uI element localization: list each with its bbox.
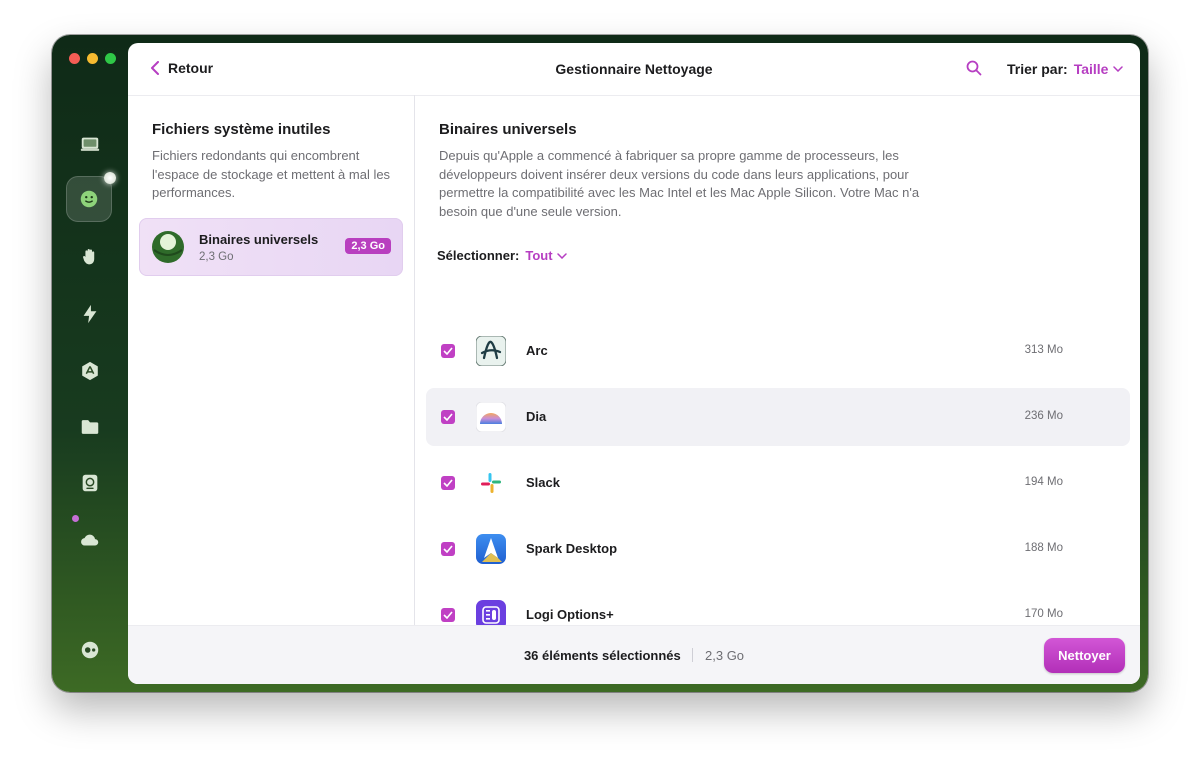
main-panel: Retour Gestionnaire Nettoyage Trier par:…: [128, 43, 1140, 684]
app-name: Dia: [526, 409, 547, 424]
zoom-window-button[interactable]: [105, 53, 116, 64]
category-group-title: Fichiers système inutiles: [152, 121, 331, 138]
search-button[interactable]: [966, 60, 982, 81]
chevron-down-icon: [556, 252, 567, 259]
app-name: Slack: [526, 475, 560, 490]
category-name: Binaires universels: [199, 232, 319, 247]
smiley-icon: [80, 190, 98, 208]
slack-app-icon: [476, 468, 506, 498]
monitor-icon: [80, 137, 100, 151]
chevron-down-icon: [1113, 66, 1124, 72]
status-indicator: [104, 172, 116, 184]
app-name: Spark Desktop: [526, 541, 618, 556]
sidebar-item-cleanup[interactable]: [66, 172, 116, 222]
item-checkbox[interactable]: [441, 476, 455, 490]
close-window-button[interactable]: [69, 53, 80, 64]
toolbar: Retour Gestionnaire Nettoyage Trier par:…: [128, 43, 1140, 96]
logi-app-icon: [476, 600, 506, 625]
item-checkbox[interactable]: [441, 344, 455, 358]
app-size: 188 Mo: [1024, 542, 1063, 554]
checkmark-icon: [443, 479, 453, 487]
select-dropdown[interactable]: Tout: [525, 248, 567, 263]
select-control: Sélectionner: Tout: [437, 248, 567, 263]
list-item[interactable]: Slack 194 Mo: [426, 454, 1130, 512]
app-size: 194 Mo: [1024, 476, 1063, 488]
selected-count: 36 éléments sélectionnés: [523, 648, 681, 663]
app-name: Arc: [526, 343, 548, 358]
app-size: 170 Mo: [1024, 608, 1063, 620]
checkmark-icon: [443, 545, 453, 553]
hand-icon: [83, 249, 95, 265]
category-size: 2,3 Go: [199, 251, 234, 263]
universal-binaries-icon: [152, 231, 184, 263]
app-size: 236 Mo: [1024, 410, 1063, 422]
items-column: Binaires universels Depuis qu'Apple a co…: [415, 95, 1140, 625]
checkmark-icon: [443, 347, 453, 355]
spark-app-icon: [476, 534, 506, 564]
sort-value: Taille: [1073, 61, 1109, 77]
list-item[interactable]: Spark Desktop 188 Mo: [426, 520, 1130, 578]
sidebar-item-cloud[interactable]: [70, 515, 110, 560]
category-size-badge: 2,3 Go: [345, 238, 391, 254]
app-window: Retour Gestionnaire Nettoyage Trier par:…: [52, 35, 1148, 692]
list-item[interactable]: Arc 313 Mo: [426, 322, 1130, 380]
folder-icon: [81, 420, 99, 434]
sort-label: Trier par:: [1007, 61, 1068, 77]
clean-button[interactable]: Nettoyer: [1044, 638, 1125, 673]
category-column: Fichiers système inutiles Fichiers redon…: [128, 95, 415, 625]
list-item[interactable]: Logi Options+ 170 Mo: [426, 586, 1130, 625]
item-checkbox[interactable]: [441, 608, 455, 622]
checkmark-icon: [443, 611, 453, 619]
action-bar: 36 éléments sélectionnés 2,3 Go Nettoyer: [128, 625, 1140, 684]
app-size: 313 Mo: [1024, 344, 1063, 356]
minimize-window-button[interactable]: [87, 53, 98, 64]
window-title: Gestionnaire Nettoyage: [555, 61, 713, 77]
selection-summary: 36 éléments sélectionnés 2,3 Go: [128, 648, 1140, 663]
search-icon: [966, 60, 982, 76]
sort-dropdown[interactable]: Taille: [1074, 61, 1124, 77]
disk-icon: [82, 474, 98, 492]
lightning-icon: [83, 304, 97, 324]
notification-dot: [72, 515, 79, 522]
select-label: Sélectionner:: [437, 248, 520, 263]
sort-control: Trier par: Taille: [1007, 61, 1124, 77]
item-checkbox[interactable]: [441, 542, 455, 556]
sidebar-item-performance[interactable]: [70, 294, 110, 334]
list-item[interactable]: Dia 236 Mo: [426, 388, 1130, 446]
selected-size: 2,3 Go: [705, 648, 745, 663]
sidebar-item-files[interactable]: [70, 407, 110, 447]
dia-app-icon: [476, 402, 506, 432]
category-item-universal-binaries[interactable]: Binaires universels 2,3 Go 2,3 Go: [139, 218, 403, 276]
select-value: Tout: [525, 248, 553, 263]
sidebar-item-assistant[interactable]: [70, 630, 110, 670]
cloud-icon: [81, 534, 99, 546]
arc-app-icon: [476, 336, 506, 366]
sidebar-item-space-lens[interactable]: [70, 463, 110, 503]
app-store-icon: [82, 361, 98, 381]
checkmark-icon: [443, 413, 453, 421]
sidebar-item-applications[interactable]: [70, 351, 110, 391]
sidebar-item-system[interactable]: [70, 124, 110, 164]
summary-divider: [692, 648, 694, 662]
settings-toggle-icon: [81, 641, 99, 659]
category-group-description: Fichiers redondants qui encombrent l'esp…: [152, 148, 391, 200]
item-checkbox[interactable]: [441, 410, 455, 424]
sidebar-item-protection[interactable]: [70, 237, 110, 277]
app-name: Logi Options+: [526, 607, 614, 622]
section-description: Depuis qu'Apple a commencé à fabriquer s…: [439, 148, 920, 219]
section-title: Binaires universels: [439, 121, 577, 138]
